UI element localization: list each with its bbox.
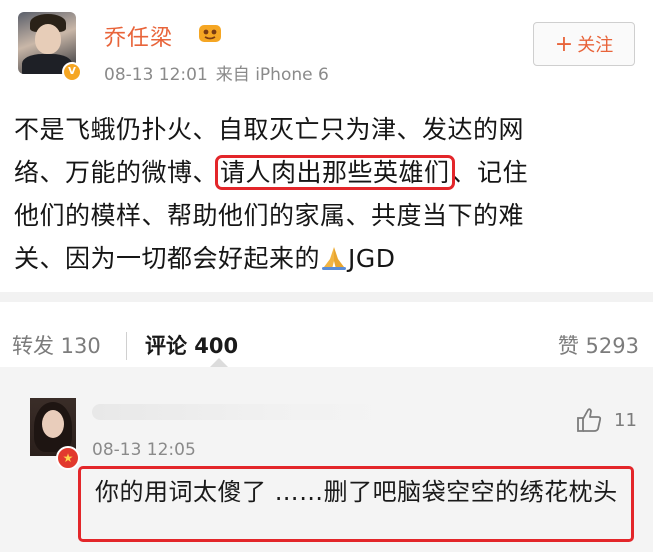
post-time: 08-13 12:01 [104, 65, 208, 85]
post-author-name[interactable]: 乔任梁 [104, 20, 173, 52]
post-line-4-start: 关、因为一切都会好起来的 [14, 244, 321, 273]
repost-tab[interactable]: 转发 130 [12, 330, 101, 360]
post-signature: JGD [348, 244, 396, 273]
highlighted-phrase: 请人肉出那些英雄们 [215, 155, 455, 190]
post-actions-bar: 转发 130 评论 400 赞 5293 [0, 320, 653, 370]
comments-tab[interactable]: 评论 400 [145, 330, 238, 360]
section-divider [0, 292, 653, 302]
post-text: 不是飞蛾仍扑火、自取灭亡只为津、发达的网 络、万能的微博、请人肉出那些英雄们、记… [14, 108, 644, 280]
follow-button[interactable]: + 关注 [533, 22, 635, 66]
commenter-name-blurred [92, 404, 392, 420]
post-line-3: 他们的模样、帮助他们的家属、共度当下的难 [14, 201, 525, 230]
post-line-2-end: 、记住 [451, 158, 529, 187]
thumbs-up-icon[interactable] [575, 406, 603, 434]
post-meta: 08-13 12:01 来自 iPhone 6 [104, 60, 337, 85]
plus-icon: + [554, 31, 574, 57]
post-line-4: 关、因为一切都会好起来的 JGD [14, 237, 644, 280]
post-line-2: 络、万能的微博、请人肉出那些英雄们、记住 [14, 151, 644, 194]
post-line-2-start: 络、万能的微博、 [14, 158, 219, 187]
pray-icon [322, 247, 347, 270]
comment-text: 你的用词太傻了 ……删了吧脑袋空空的绣花枕头 [78, 466, 634, 542]
actions-separator [126, 332, 127, 360]
comment-like-count: 11 [614, 410, 637, 431]
follow-label: 关注 [577, 35, 614, 56]
vip-badge-icon: V [62, 62, 82, 82]
post-source: 来自 iPhone 6 [215, 65, 329, 85]
active-tab-caret [210, 358, 228, 367]
crown-icon [199, 25, 221, 42]
comment-time: 08-13 12:05 [92, 440, 196, 460]
post-line-1: 不是飞蛾仍扑火、自取灭亡只为津、发达的网 [14, 115, 525, 144]
likes-tab[interactable]: 赞 5293 [558, 330, 639, 360]
star-badge-icon: ★ [56, 446, 80, 470]
